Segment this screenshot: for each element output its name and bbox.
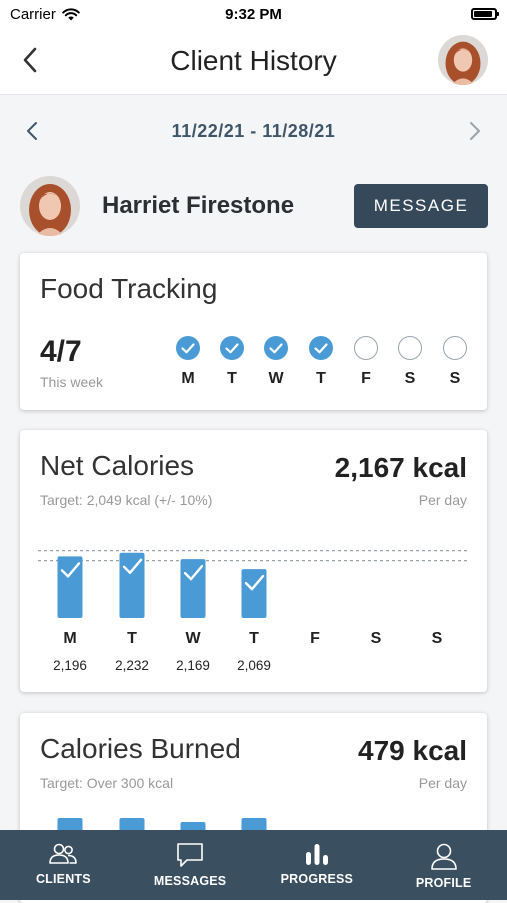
wifi-icon [62, 7, 80, 20]
card-title: Food Tracking [40, 273, 218, 304]
tab-label: PROGRESS [280, 872, 354, 886]
status-left: Carrier [10, 6, 80, 23]
check-icon [314, 343, 328, 354]
tick-label: T [127, 630, 137, 647]
tick-label: S [432, 630, 443, 647]
day-label: S [404, 370, 416, 387]
day-label: F [361, 370, 371, 387]
data-label: 2,232 [115, 658, 149, 673]
tab-label: MESSAGES [153, 874, 227, 888]
check-icon [269, 343, 283, 354]
client-name: Harriet Firestone [102, 192, 295, 219]
avatar-image [438, 35, 488, 85]
tick-label: S [371, 630, 382, 647]
day-label: T [316, 370, 326, 387]
tick-label: T [249, 630, 259, 647]
check-icon [225, 343, 239, 354]
tab-messages[interactable]: MESSAGES [127, 830, 254, 900]
back-button[interactable] [12, 42, 48, 78]
tab-progress[interactable]: PROGRESS [254, 830, 381, 900]
tab-clients[interactable]: CLIENTS [0, 830, 127, 900]
tick-label: M [63, 630, 76, 647]
day-complete-indicator [176, 336, 200, 360]
messages-icon [177, 843, 203, 867]
chevron-right-icon [470, 122, 480, 140]
bar [119, 552, 145, 618]
clients-icon [49, 843, 78, 864]
data-label: 2,196 [53, 658, 87, 673]
tab-bar: CLIENTS MESSAGES PROGRESS PROFILE [0, 830, 507, 900]
data-label: 2,069 [237, 658, 271, 673]
tab-label: CLIENTS [35, 872, 91, 886]
previous-week-button[interactable] [18, 117, 46, 145]
day-incomplete-indicator [354, 336, 378, 360]
battery-icon [471, 8, 499, 20]
message-button[interactable]: MESSAGE [354, 184, 488, 228]
tab-profile[interactable]: PROFILE [380, 830, 507, 900]
day-incomplete-indicator [398, 336, 422, 360]
day-label: M [181, 370, 195, 387]
date-range-row: 11/22/21 - 11/28/21 [0, 104, 507, 158]
day-complete-indicator [220, 336, 244, 360]
day-complete-indicator [264, 336, 288, 360]
carrier-label: Carrier [10, 5, 56, 23]
food-tracking-subtitle: This week [40, 374, 104, 390]
tab-label: PROFILE [415, 876, 472, 890]
nav-bar: Client History [0, 28, 507, 95]
avatar-image [20, 176, 80, 236]
client-avatar [20, 176, 80, 236]
day-complete-indicator [309, 336, 333, 360]
net-calories-card[interactable]: Net Calories 2,167 kcal Target: 2,049 kc… [20, 430, 487, 692]
check-icon [181, 343, 195, 354]
status-bar: Carrier 9:32 PM [0, 0, 507, 28]
tick-label: F [310, 630, 320, 647]
next-week-button[interactable] [461, 117, 489, 145]
day-incomplete-indicator [443, 336, 467, 360]
day-label: W [268, 370, 284, 387]
day-label: S [449, 370, 461, 387]
food-tracking-card[interactable]: Food Tracking 4/7 This week M T W T F S S [20, 253, 487, 410]
net-calories-chart: M 2,196 T 2,232 W 2,169 T 2,069 F S S [38, 549, 469, 673]
food-tracking-value: 4/7 [40, 335, 82, 368]
client-header: Harriet Firestone MESSAGE [0, 174, 507, 238]
chevron-left-icon [27, 122, 37, 140]
user-avatar[interactable] [438, 35, 488, 85]
tick-label: W [185, 630, 201, 647]
page-title: Client History [170, 45, 337, 76]
data-label: 2,169 [176, 658, 210, 673]
day-label: T [227, 370, 237, 387]
date-range-label: 11/22/21 - 11/28/21 [171, 120, 336, 141]
chevron-left-icon [23, 47, 37, 73]
profile-icon [430, 843, 457, 870]
bar [57, 556, 83, 618]
progress-icon [305, 844, 328, 865]
